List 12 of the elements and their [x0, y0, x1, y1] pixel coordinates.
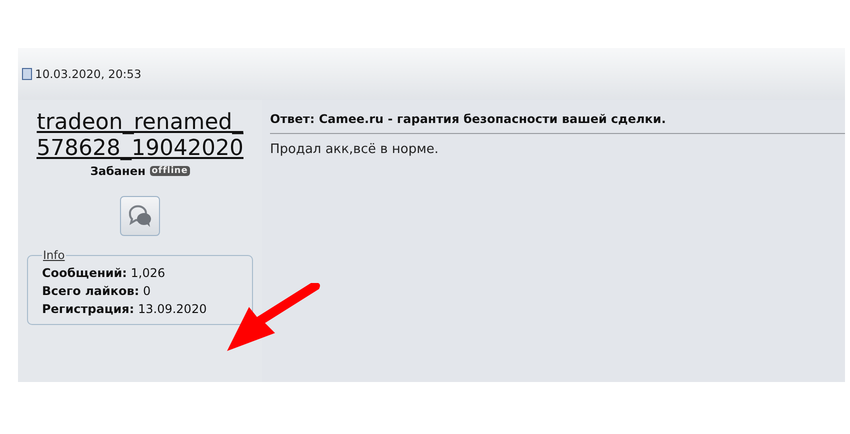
message-button[interactable]: [120, 196, 160, 236]
info-legend: Info: [42, 248, 66, 262]
info-row-text: Регистрация: 13.09.2020: [42, 301, 208, 318]
username-link[interactable]: tradeon_renamed_578628_19042020: [35, 110, 245, 162]
user-status: Забанен: [90, 164, 146, 178]
offline-badge: offline: [150, 166, 190, 176]
info-row-text: Всего лайков: 0: [42, 283, 152, 300]
post-date: 10.03.2020, 20:53: [35, 67, 142, 81]
post-title: Ответ: Camee.ru - гарантия безопасности вашей сделки.: [270, 110, 845, 134]
post-text: Продал акк,всё в норме.: [270, 142, 440, 157]
document-icon: [22, 68, 32, 80]
info-row-text: Сообщений: 1,026: [42, 265, 166, 282]
